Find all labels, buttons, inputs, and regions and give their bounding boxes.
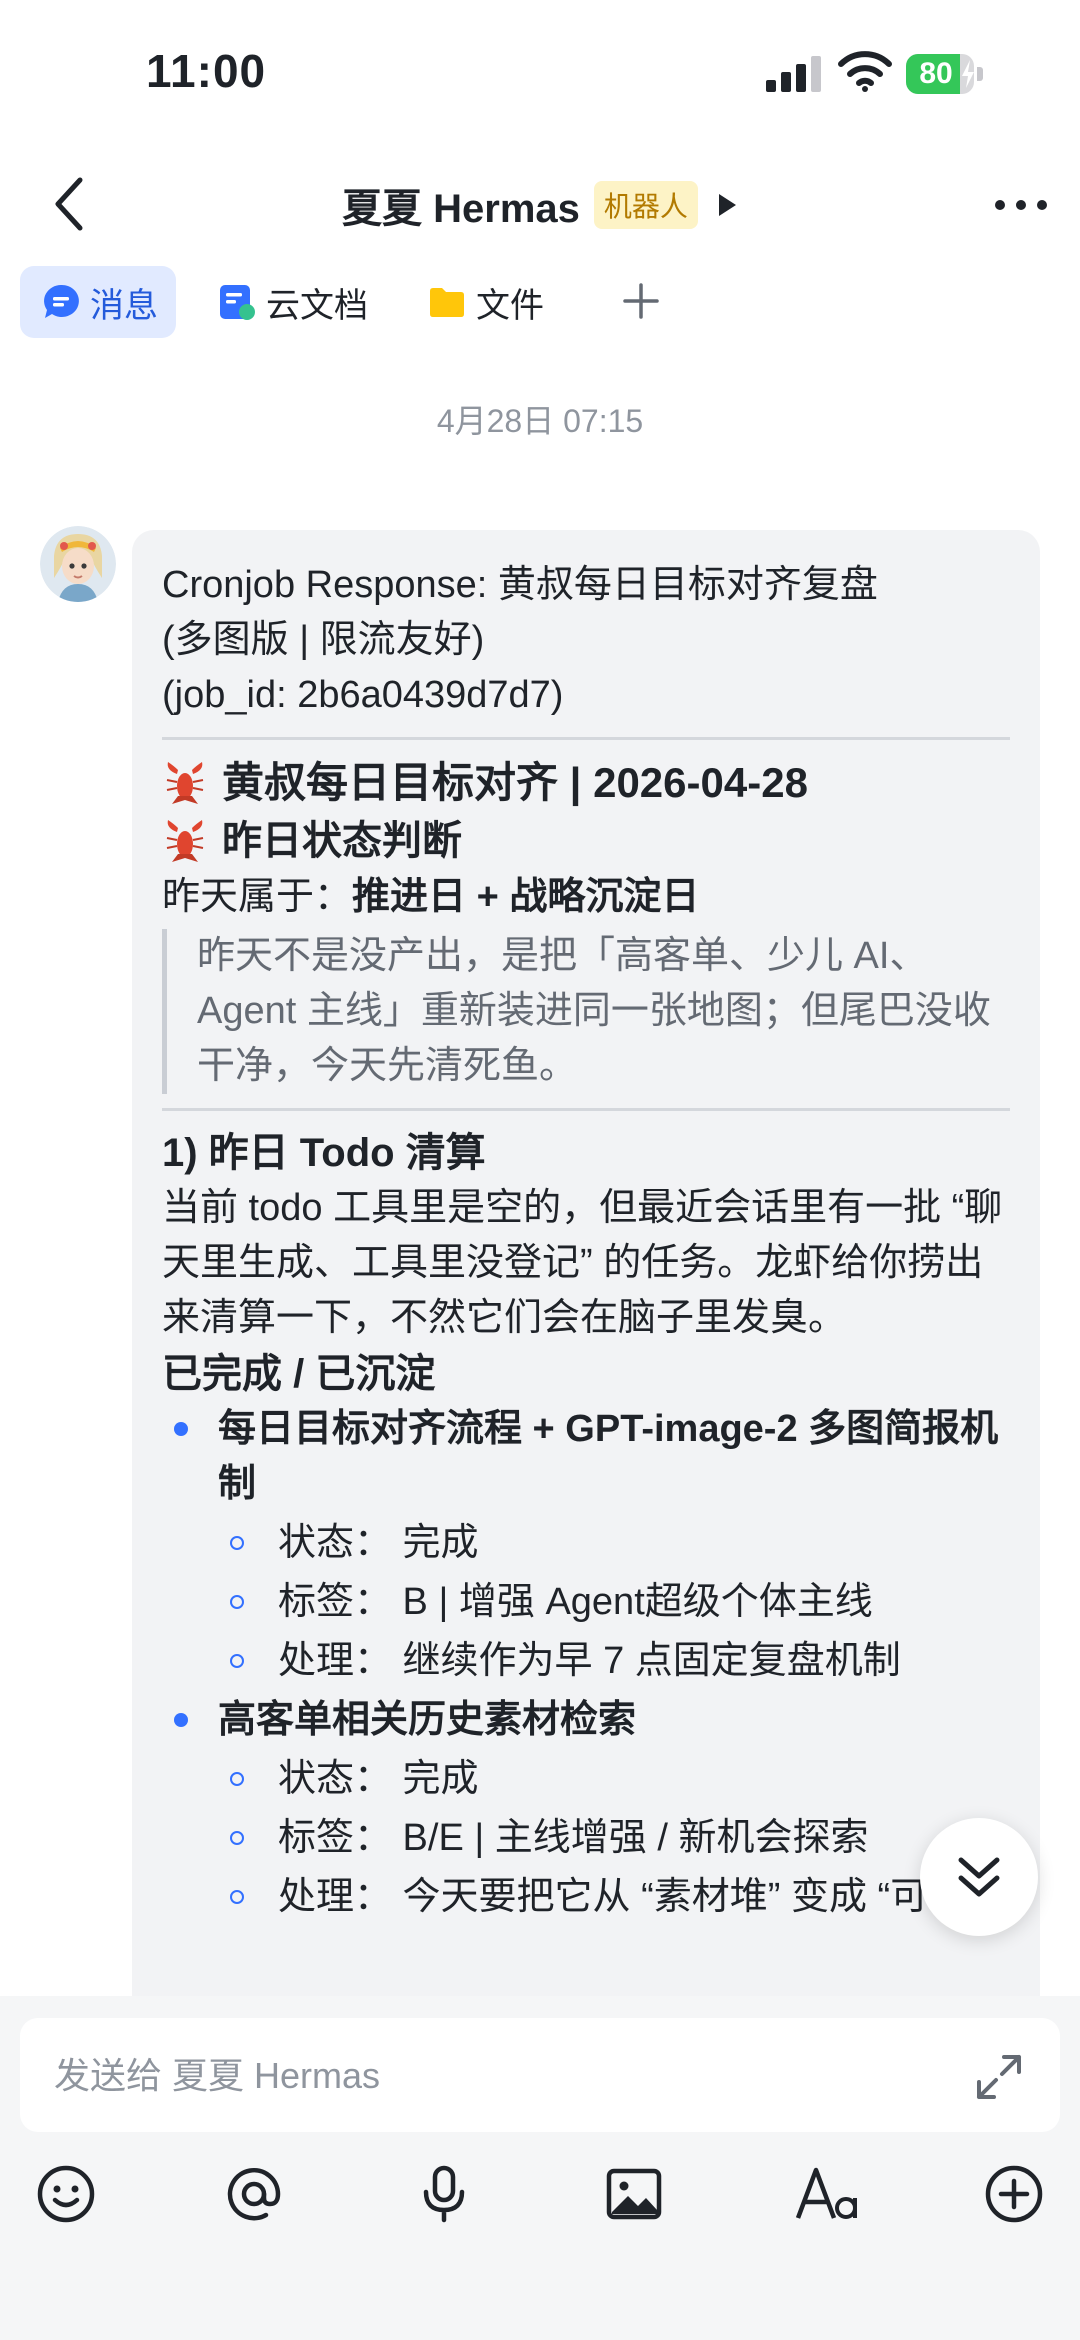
- chat-tabs: 消息 云文档 文件: [0, 266, 1080, 342]
- sub-list-item: 处理： 继续作为早 7 点固定复盘机制: [162, 1634, 1010, 1689]
- sub-list-item: 状态： 完成: [162, 1516, 1010, 1571]
- tab-label: 文件: [476, 286, 544, 325]
- message-input-box[interactable]: [20, 2018, 1060, 2134]
- sub-list-item: 标签： B/E | 主线增强 / 新机会探索: [162, 1811, 1010, 1866]
- avatar[interactable]: [40, 526, 116, 602]
- crayfish-icon: [166, 820, 204, 862]
- expand-icon[interactable]: [974, 2052, 1024, 2102]
- day-type-value: 推进日 + 战略沉淀日: [352, 876, 700, 918]
- chevron-double-down-icon: [958, 1857, 1000, 1897]
- message-bubble: Cronjob Response: 黄叔每日目标对齐复盘 (多图版 | 限流友好…: [132, 530, 1040, 2030]
- image-icon[interactable]: [602, 2162, 666, 2226]
- composer-toolbar: [0, 2162, 1080, 2232]
- section-heading: 黄叔每日目标对齐 | 2026-04-28: [162, 754, 1010, 812]
- play-arrow-icon[interactable]: [716, 192, 738, 218]
- chat-title[interactable]: 夏夏 Hermas: [342, 176, 580, 234]
- quote-block: 昨天不是没产出，是把「高客单、少儿 AI、Agent 主线」重新装进同一张地图；…: [162, 929, 1010, 1094]
- emoji-icon[interactable]: [34, 2162, 98, 2226]
- section-title: 1) 昨日 Todo 清算: [162, 1131, 486, 1175]
- list-item: 高客单相关历史素材检索: [162, 1693, 1010, 1748]
- list-item: 每日目标对齐流程 + GPT-image-2 多图简报机制: [162, 1402, 1010, 1512]
- day-type-line: 昨天属于：推进日 + 战略沉淀日: [162, 870, 1010, 925]
- message-intro-line: (多图版 | 限流友好): [162, 619, 485, 661]
- doc-icon: [220, 285, 255, 320]
- message-icon: [44, 284, 79, 318]
- scroll-to-bottom-button[interactable]: [920, 1818, 1038, 1936]
- status-time: 11:00: [146, 45, 267, 97]
- bullet-dot: [174, 1713, 188, 1727]
- message-timestamp: 4月28日 07:15: [436, 403, 644, 439]
- font-icon[interactable]: [794, 2162, 864, 2226]
- wifi-icon: [838, 51, 892, 92]
- at-icon[interactable]: [222, 2162, 286, 2226]
- section-heading: 昨日状态判断: [162, 812, 1010, 870]
- plus-icon[interactable]: [622, 282, 660, 320]
- crayfish-icon: [166, 762, 204, 804]
- divider: [162, 1108, 1010, 1111]
- heading-text: 黄叔每日目标对齐 | 2026-04-28: [222, 759, 808, 806]
- tab-messages[interactable]: 消息: [20, 266, 176, 338]
- bot-badge: 机器人: [593, 181, 698, 229]
- add-circle-icon[interactable]: [982, 2162, 1046, 2226]
- done-title: 已完成 / 已沉淀: [162, 1352, 436, 1396]
- folder-icon: [430, 288, 464, 317]
- bullet-dot: [174, 1422, 188, 1436]
- microphone-icon[interactable]: [412, 2162, 476, 2226]
- day-type-label: 昨天属于：: [162, 876, 353, 918]
- signal-icon: [766, 56, 821, 92]
- list-item-title: 每日目标对齐流程 + GPT-image-2 多图简报机制: [218, 1408, 999, 1505]
- sub-item-text: 状态： 完成: [278, 1522, 479, 1564]
- list-item-title: 高客单相关历史素材检索: [218, 1699, 637, 1741]
- charging-bolt-icon: [962, 60, 974, 88]
- sub-item-text: 处理： 继续作为早 7 点固定复盘机制: [278, 1640, 901, 1682]
- tab-label: 消息: [90, 286, 158, 325]
- status-bar: 11:00 80: [0, 0, 1080, 140]
- sub-list-item: 状态： 完成: [162, 1752, 1010, 1807]
- battery-level: 80: [919, 57, 953, 90]
- chat-header: 夏夏 Hermas 机器人: [0, 150, 1080, 260]
- sub-item-text: 标签： B | 增强 Agent超级个体主线: [278, 1581, 873, 1623]
- section-body: 当前 todo 工具里是空的，但最近会话里有一批 “聊天里生成、工具里没登记” …: [162, 1187, 1003, 1339]
- composer: [0, 1996, 1080, 2340]
- more-icon[interactable]: [994, 198, 1048, 212]
- tab-files[interactable]: 文件: [428, 266, 544, 338]
- tab-cloud-docs[interactable]: 云文档: [218, 266, 368, 338]
- sub-item-text: 处理： 今天要把它从 “素材堆” 变成 “可: [278, 1876, 929, 1918]
- message-input[interactable]: [52, 2018, 956, 2134]
- sub-item-text: 状态： 完成: [278, 1758, 479, 1800]
- battery-indicator: 80: [906, 54, 986, 94]
- divider: [162, 737, 1010, 740]
- sub-item-text: 标签： B/E | 主线增强 / 新机会探索: [278, 1817, 869, 1859]
- message-intro-line: (job_id: 2b6a0439d7d7): [162, 674, 564, 716]
- sub-list-item: 处理： 今天要把它从 “素材堆” 变成 “可: [162, 1870, 1010, 1925]
- heading-text: 昨日状态判断: [222, 819, 462, 863]
- tab-label: 云文档: [266, 286, 368, 325]
- message-intro-line: Cronjob Response: 黄叔每日目标对齐复盘: [162, 564, 878, 606]
- sub-list-item: 标签： B | 增强 Agent超级个体主线: [162, 1575, 1010, 1630]
